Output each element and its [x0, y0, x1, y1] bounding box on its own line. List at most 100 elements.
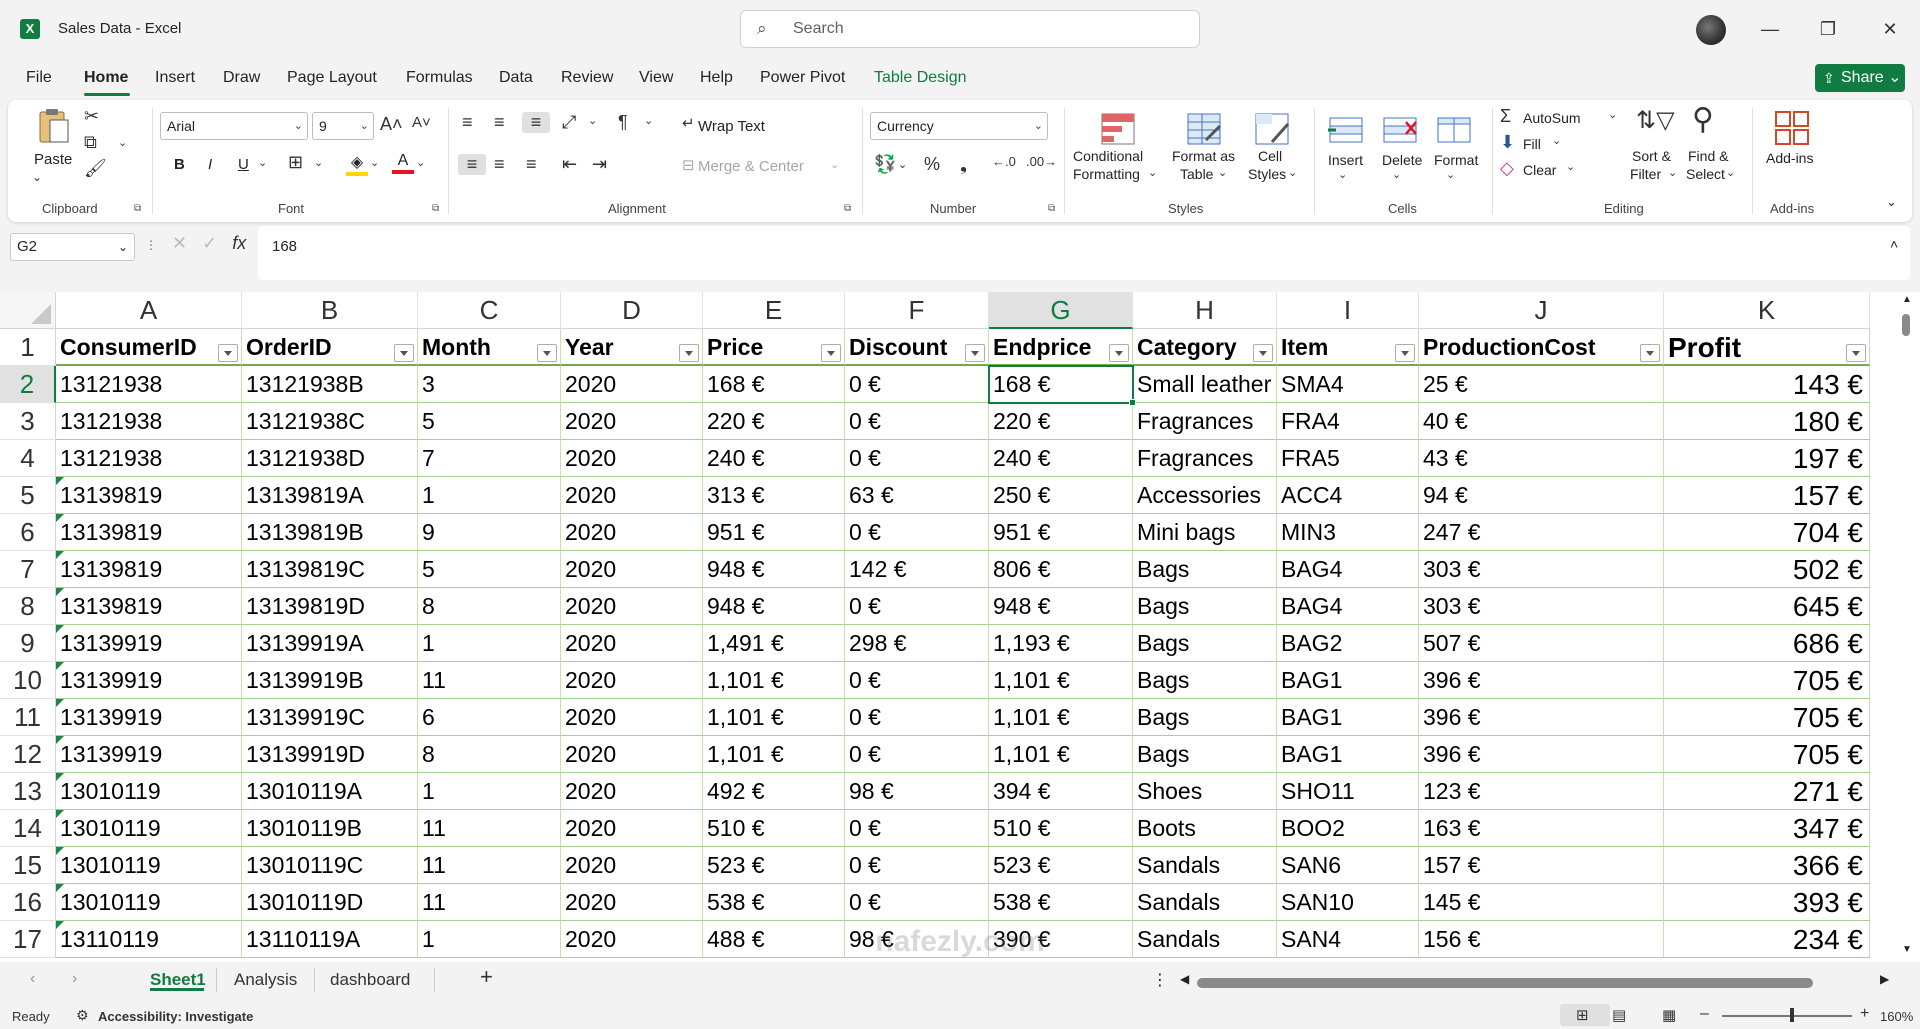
align-middle-icon[interactable]: ≡ [494, 112, 505, 133]
table-cell[interactable]: 157 € [1419, 847, 1664, 884]
filter-label[interactable]: Filter [1630, 166, 1661, 182]
table-cell[interactable]: 1,101 € [703, 699, 845, 736]
table-cell[interactable]: FRA4 [1277, 403, 1419, 440]
table-cell[interactable]: 6 [418, 699, 561, 736]
name-box[interactable]: G2 ⌄ [10, 233, 135, 261]
select-all-button[interactable] [0, 292, 56, 329]
table-cell[interactable]: 13121938D [242, 440, 418, 477]
find-label[interactable]: Find & [1688, 148, 1728, 164]
table-cell[interactable]: 2020 [561, 477, 703, 514]
table-cell[interactable]: BAG4 [1277, 551, 1419, 588]
paste-label[interactable]: Paste [34, 151, 72, 168]
row-header-10[interactable]: 10 [0, 662, 56, 699]
table-cell[interactable]: 1,491 € [703, 625, 845, 662]
table-cell[interactable]: 13139919D [242, 736, 418, 773]
row-header-15[interactable]: 15 [0, 847, 56, 884]
table-cell[interactable]: 40 € [1419, 403, 1664, 440]
align-top-icon[interactable]: ≡ [462, 112, 473, 133]
zoom-slider-track[interactable] [1722, 1015, 1852, 1017]
table-cell[interactable]: 13139919 [56, 736, 242, 773]
number-as-text-warning-icon[interactable] [56, 625, 64, 633]
table-cell[interactable]: Bags [1133, 736, 1277, 773]
table-cell[interactable]: Fragrances [1133, 440, 1277, 477]
column-header-e[interactable]: E [703, 292, 845, 329]
table-cell[interactable]: 8 [418, 588, 561, 625]
table-cell[interactable]: 1 [418, 477, 561, 514]
zoom-in-button[interactable]: + [1860, 1005, 1869, 1023]
table-cell[interactable]: 0 € [845, 662, 989, 699]
number-as-text-warning-icon[interactable] [56, 699, 64, 707]
number-as-text-warning-icon[interactable] [56, 921, 64, 929]
table-cell[interactable]: 3 [418, 366, 561, 403]
tab-formulas[interactable]: Formulas [406, 69, 473, 87]
enter-icon[interactable]: ✓ [202, 233, 217, 253]
table-cell[interactable]: 2020 [561, 588, 703, 625]
cell-styles-chevron-icon[interactable]: ⌄ [1288, 166, 1297, 179]
table-cell[interactable]: 11 [418, 847, 561, 884]
table-cell[interactable]: 2020 [561, 625, 703, 662]
paste-chevron-icon[interactable]: ⌄ [32, 170, 42, 184]
find-chevron-icon[interactable]: ⌄ [1726, 166, 1735, 179]
table-cell[interactable]: 220 € [703, 403, 845, 440]
table-cell[interactable]: BAG1 [1277, 662, 1419, 699]
table-cell[interactable]: 13139819 [56, 551, 242, 588]
row-header-7[interactable]: 7 [0, 551, 56, 588]
fill-color-icon[interactable]: ◈ [346, 152, 368, 176]
comma-style-icon[interactable]: ❟ [960, 154, 967, 175]
alignment-launcher-icon[interactable]: ⧉ [844, 203, 851, 214]
table-cell[interactable]: 13010119B [242, 810, 418, 847]
table-header-cell[interactable]: Price [703, 329, 845, 366]
row-header-16[interactable]: 16 [0, 884, 56, 921]
table-cell[interactable]: ACC4 [1277, 477, 1419, 514]
table-cell[interactable]: 247 € [1419, 514, 1664, 551]
table-cell[interactable]: 951 € [989, 514, 1133, 551]
orientation-chevron-icon[interactable]: ⌄ [588, 114, 597, 127]
magnifier-icon[interactable]: ⚲ [1692, 102, 1714, 137]
table-cell[interactable]: SHO11 [1277, 773, 1419, 810]
table-cell[interactable]: 13010119C [242, 847, 418, 884]
table-cell[interactable]: 5 [418, 403, 561, 440]
wrap-text-icon[interactable]: ↵ [682, 114, 695, 132]
table-cell[interactable]: 5 [418, 551, 561, 588]
table-cell[interactable]: 2020 [561, 440, 703, 477]
decrease-font-size-icon[interactable]: A˅ [412, 114, 431, 131]
table-cell[interactable]: 220 € [989, 403, 1133, 440]
conditional-formatting-icon[interactable] [1098, 110, 1138, 150]
next-sheet-icon[interactable]: › [72, 970, 77, 988]
filter-dropdown-icon[interactable] [1395, 344, 1415, 362]
insert-cells-icon[interactable] [1326, 110, 1366, 150]
table-cell[interactable]: 1,193 € [989, 625, 1133, 662]
row-header-14[interactable]: 14 [0, 810, 56, 847]
table-cell[interactable]: 2020 [561, 514, 703, 551]
table-cell[interactable]: 366 € [1664, 847, 1870, 884]
font-launcher-icon[interactable]: ⧉ [432, 203, 439, 214]
restore-button[interactable]: ❐ [1808, 14, 1848, 44]
clipboard-launcher-icon[interactable]: ⧉ [134, 203, 141, 214]
align-left-icon[interactable]: ≡ [458, 154, 486, 175]
increase-font-size-icon[interactable]: A˄ [380, 114, 403, 135]
tab-insert[interactable]: Insert [155, 69, 195, 87]
sheet-tab-analysis[interactable]: Analysis [234, 970, 297, 990]
table-cell[interactable]: 13010119 [56, 884, 242, 921]
underline-button[interactable]: U [238, 156, 249, 173]
format-table-chevron-icon[interactable]: ⌄ [1218, 166, 1227, 179]
tab-draw[interactable]: Draw [223, 69, 260, 87]
format-cells-icon[interactable] [1434, 110, 1474, 150]
table-cell[interactable]: BAG1 [1277, 736, 1419, 773]
eraser-icon[interactable]: ◇ [1500, 158, 1514, 179]
vertical-scrollbar[interactable]: ▲ ▼ [1894, 292, 1920, 962]
table-cell[interactable]: SAN4 [1277, 921, 1419, 958]
number-format-select[interactable]: Currency ⌄ [870, 112, 1048, 140]
table-cell[interactable]: 271 € [1664, 773, 1870, 810]
table-cell[interactable]: 156 € [1419, 921, 1664, 958]
table-cell[interactable]: 393 € [1664, 884, 1870, 921]
table-cell[interactable]: 1,101 € [989, 662, 1133, 699]
font-color-icon[interactable]: A [392, 152, 414, 176]
expand-formula-bar-icon[interactable]: ˄ [1890, 236, 1898, 252]
number-as-text-warning-icon[interactable] [56, 736, 64, 744]
insert-chevron-icon[interactable]: ⌄ [1338, 168, 1347, 181]
table-cell[interactable]: Shoes [1133, 773, 1277, 810]
table-cell[interactable]: 507 € [1419, 625, 1664, 662]
table-cell[interactable]: Sandals [1133, 921, 1277, 958]
table-cell[interactable]: Fragrances [1133, 403, 1277, 440]
